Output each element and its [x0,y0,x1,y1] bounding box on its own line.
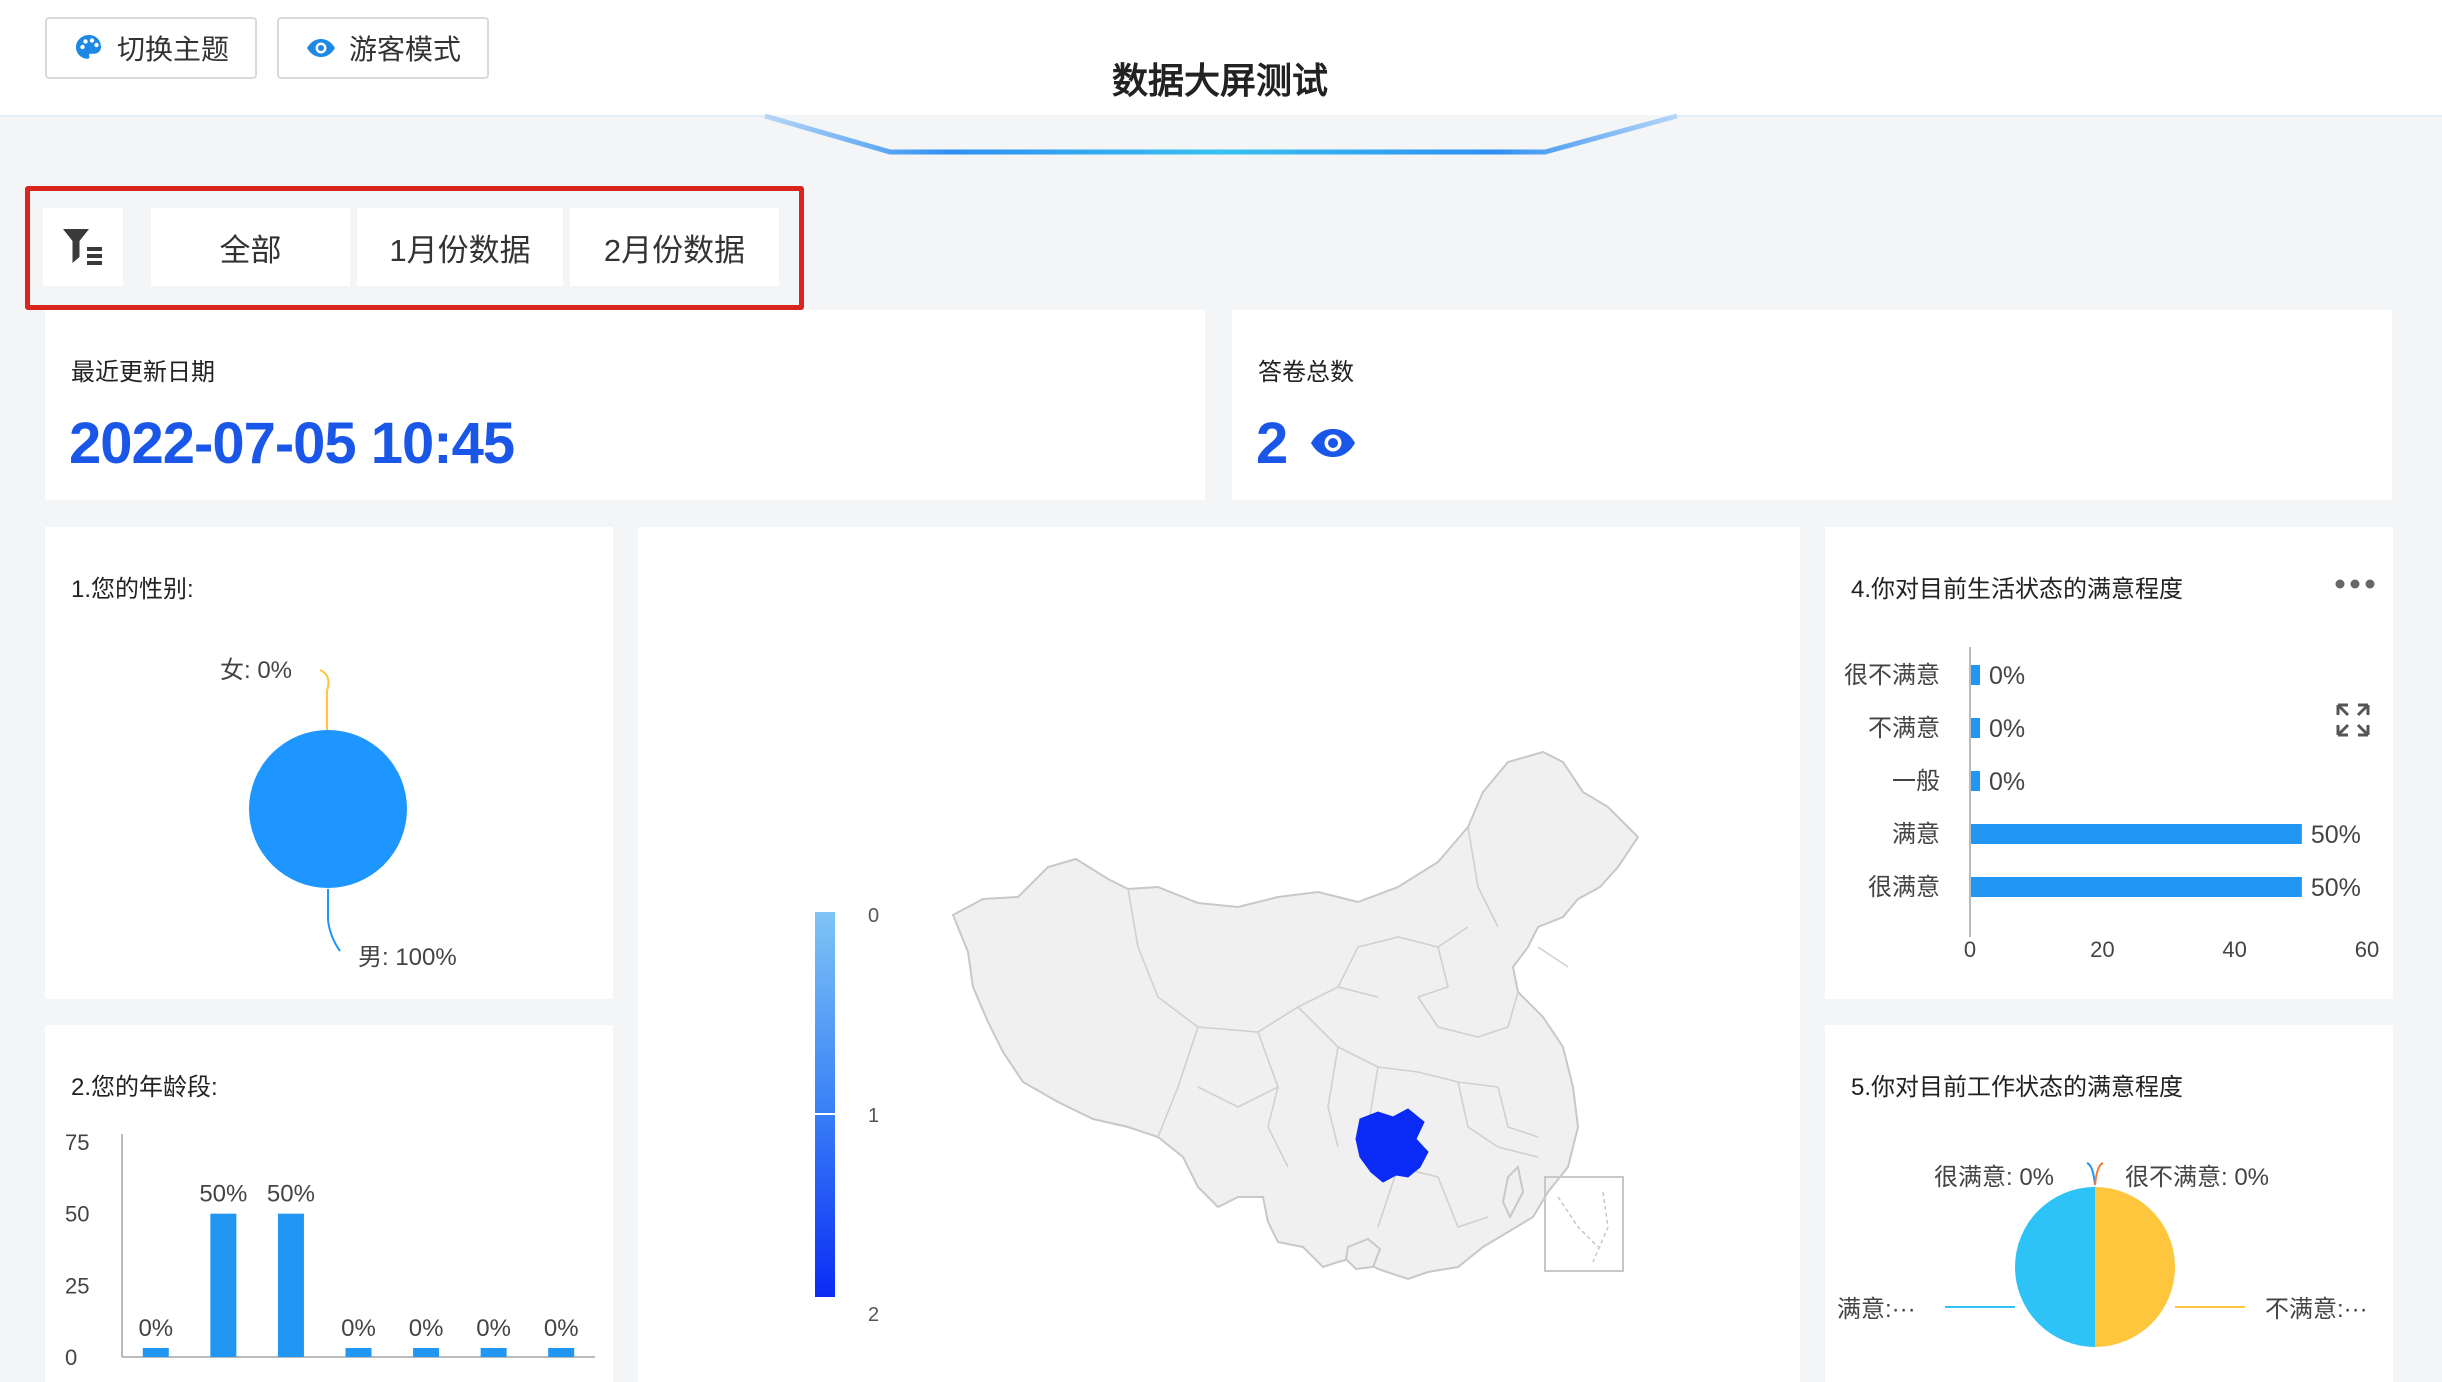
q2-bar-label: 0% [476,1315,511,1342]
q1-gender-card: 1.您的性别: 女: 0% 男: 100% [45,527,613,999]
q2-y-tick-label: 50 [65,1202,89,1227]
q2-bar-label: 0% [341,1315,376,1342]
palette-icon [75,35,101,59]
q2-y-tick-label: 75 [65,1130,89,1155]
q2-y-tick-label: 0 [65,1345,77,1370]
legend-tick-2: 2 [868,1304,879,1326]
q2-y-tick-label: 25 [65,1273,89,1298]
guest-mode-button[interactable]: 游客模式 [277,17,489,79]
q2-bar-label: 0% [138,1315,173,1342]
q5-label-very-unsatisfied: 很不满意: 0% [2125,1164,2269,1191]
q4-x-tick-label: 0 [1964,937,1976,962]
q2-bar-label: 50% [199,1181,247,1208]
q4-bar-label: 0% [1989,715,2025,743]
south-sea-inset [1544,1176,1624,1272]
switch-theme-label: 切换主题 [116,34,229,65]
q5-label-very-satisfied: 很满意: 0% [1934,1164,2054,1191]
last-update-card: 最近更新日期 2022-07-05 10:45 [45,310,1205,500]
q4-bar [1971,718,1980,738]
q1-pie-chart: 女: 0% 男: 100% [220,657,457,971]
guest-mode-label: 游客模式 [348,34,461,65]
q2-bar [548,1348,575,1357]
q2-bar [413,1348,440,1357]
china-map: 0 1 2 [815,750,1640,1326]
page-title: 数据大屏测试 [1111,60,1328,101]
q2-bar-label: 0% [544,1315,579,1342]
q2-bar [345,1348,372,1357]
q4-category-label: 很不满意 [1844,662,1940,689]
q2-bar-chart: 75 50 25 0 0% 50% 50% 0% 0% 0% 0% [65,1130,595,1370]
q1-leader-female [319,669,330,732]
q5-pie-slice-satisfied [2015,1187,2095,1347]
total-responses-card: 答卷总数 2 [1232,310,2392,500]
last-update-value: 2022-07-05 10:45 [69,411,515,476]
q1-label-male: 男: 100% [358,944,457,971]
q4-life-card: 4.你对目前生活状态的满意程度 0 20 40 60 很不满意 0% 不满意 0% 一般 0% 满意… [1825,527,2393,999]
filter-tab-feb[interactable]: 2月份数据 [570,208,779,286]
q1-pie-slice-male [249,730,407,888]
switch-theme-button[interactable]: 切换主题 [45,17,257,79]
filter-tab-all[interactable]: 全部 [151,208,350,286]
q5-work-card: 5.你对目前工作状态的满意程度 很满意: 0% 很不满意: 0% 满意:··· … [1825,1025,2393,1382]
q4-category-label: 不满意 [1868,715,1940,742]
eye-icon [306,39,335,57]
q2-bar [142,1348,169,1357]
q4-category-label: 一般 [1892,768,1940,795]
q4-bar [1971,824,2302,844]
filter-tab-jan[interactable]: 1月份数据 [357,208,563,286]
q5-pie-slice-unsatisfied [2095,1187,2175,1347]
q4-x-tick-label: 40 [2222,937,2246,962]
q4-bar [1971,877,2302,897]
view-eye-icon[interactable] [1308,423,1358,463]
q2-age-card: 2.您的年龄段: 75 50 25 0 0% 50% 50% 0% 0% 0% 0% [45,1025,613,1382]
q2-bar-label: 0% [409,1315,444,1342]
q2-bar-label: 50% [267,1181,315,1208]
total-responses-value: 2 [1256,411,1288,476]
legend-tick-1: 1 [868,1105,879,1127]
q4-bar-label: 0% [1989,768,2025,796]
filter-icon [63,229,102,265]
q4-bar-label: 50% [2311,821,2361,849]
q4-category-label: 很满意 [1868,874,1940,901]
title-decoration [0,113,2442,155]
q4-bar [1971,771,1980,791]
q1-label-female: 女: 0% [220,657,292,684]
q2-bar [210,1213,237,1357]
q4-x-tick-label: 60 [2355,937,2379,962]
q5-label-satisfied: 满意:··· [1837,1296,1916,1323]
q4-bar [1971,665,1980,685]
q4-category-label: 满意 [1892,821,1940,848]
china-mainland-shape [951,750,1640,1281]
q5-label-unsatisfied: 不满意:··· [2265,1296,2368,1323]
filter-menu-button[interactable] [43,208,123,286]
q2-bar [480,1348,507,1357]
last-update-label: 最近更新日期 [71,359,215,386]
q4-bar-label: 0% [1989,662,2025,690]
q4-x-tick-label: 20 [2090,937,2114,962]
q5-pie-chart: 很满意: 0% 很不满意: 0% 满意:··· 不满意:··· [1837,1162,2368,1347]
total-responses-label: 答卷总数 [1258,359,1354,386]
q2-bar [277,1213,304,1357]
legend-tick-0: 0 [868,905,879,927]
q1-leader-male [327,889,341,952]
q4-bar-chart: 0 20 40 60 很不满意 0% 不满意 0% 一般 0% 满意 50% 很满意 50% [1844,647,2379,962]
map-legend-bar [815,912,835,1297]
q4-bar-label: 50% [2311,874,2361,902]
map-card: 0 1 2 [638,527,1800,1382]
